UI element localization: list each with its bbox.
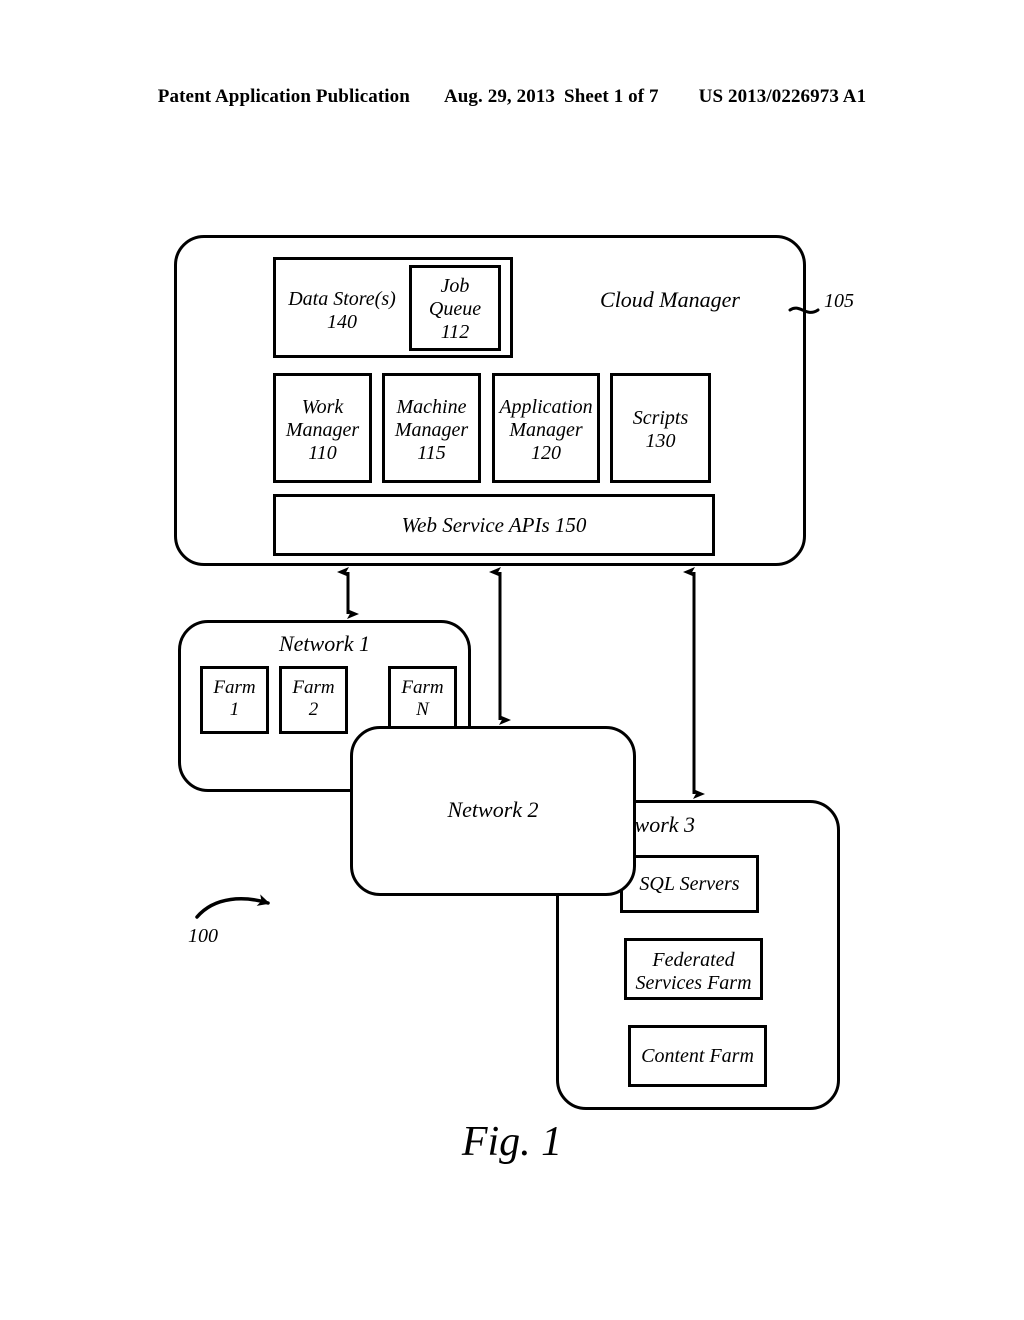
job-queue-label: Job Queue 112 [409, 275, 501, 345]
data-store-label: Data Store(s) 140 [277, 288, 407, 334]
farm-2-label: Farm 2 [292, 677, 335, 721]
work-manager-label: Work Manager 110 [273, 396, 372, 466]
job-queue-number: 112 [440, 321, 470, 344]
web-service-apis-label: Web Service APIs 150 [401, 513, 587, 537]
data-store-name: Data Store(s) [288, 288, 396, 310]
network-1-label: Network 1 [278, 631, 371, 656]
figure-1-diagram: Cloud Manager Data Store(s) 140 Job Queue… [0, 0, 1024, 1320]
work-manager-name: Work Manager [285, 396, 360, 442]
reference-numeral-100: 100 [188, 925, 218, 947]
reference-numeral-105: 105 [824, 290, 854, 312]
sql-servers-label: SQL Servers [639, 873, 740, 895]
application-manager-label: Application Manager 120 [490, 396, 602, 466]
scripts-label: Scripts 130 [610, 407, 711, 453]
federated-services-farm-label: Federated Services Farm [635, 949, 752, 995]
application-manager-name: Application Manager [499, 396, 593, 442]
machine-manager-number: 115 [417, 442, 446, 465]
machine-manager-label: Machine Manager 115 [382, 396, 481, 466]
job-queue-name: Job Queue [428, 275, 482, 321]
application-manager-number: 120 [531, 442, 561, 465]
farm-n-label: Farm N [401, 677, 444, 721]
scripts-name: Scripts [632, 407, 689, 429]
data-store-number: 140 [327, 311, 357, 334]
content-farm-label: Content Farm [641, 1045, 754, 1067]
farm-1-label: Farm 1 [213, 677, 256, 721]
machine-manager-name: Machine Manager [394, 396, 469, 442]
work-manager-number: 110 [308, 442, 337, 465]
network-2-label: Network 2 [447, 797, 539, 822]
scripts-number: 130 [645, 430, 676, 453]
figure-caption: Fig. 1 [461, 1119, 563, 1165]
cloud-manager-title: Cloud Manager [600, 287, 740, 312]
reference-leader-100 [195, 894, 270, 919]
